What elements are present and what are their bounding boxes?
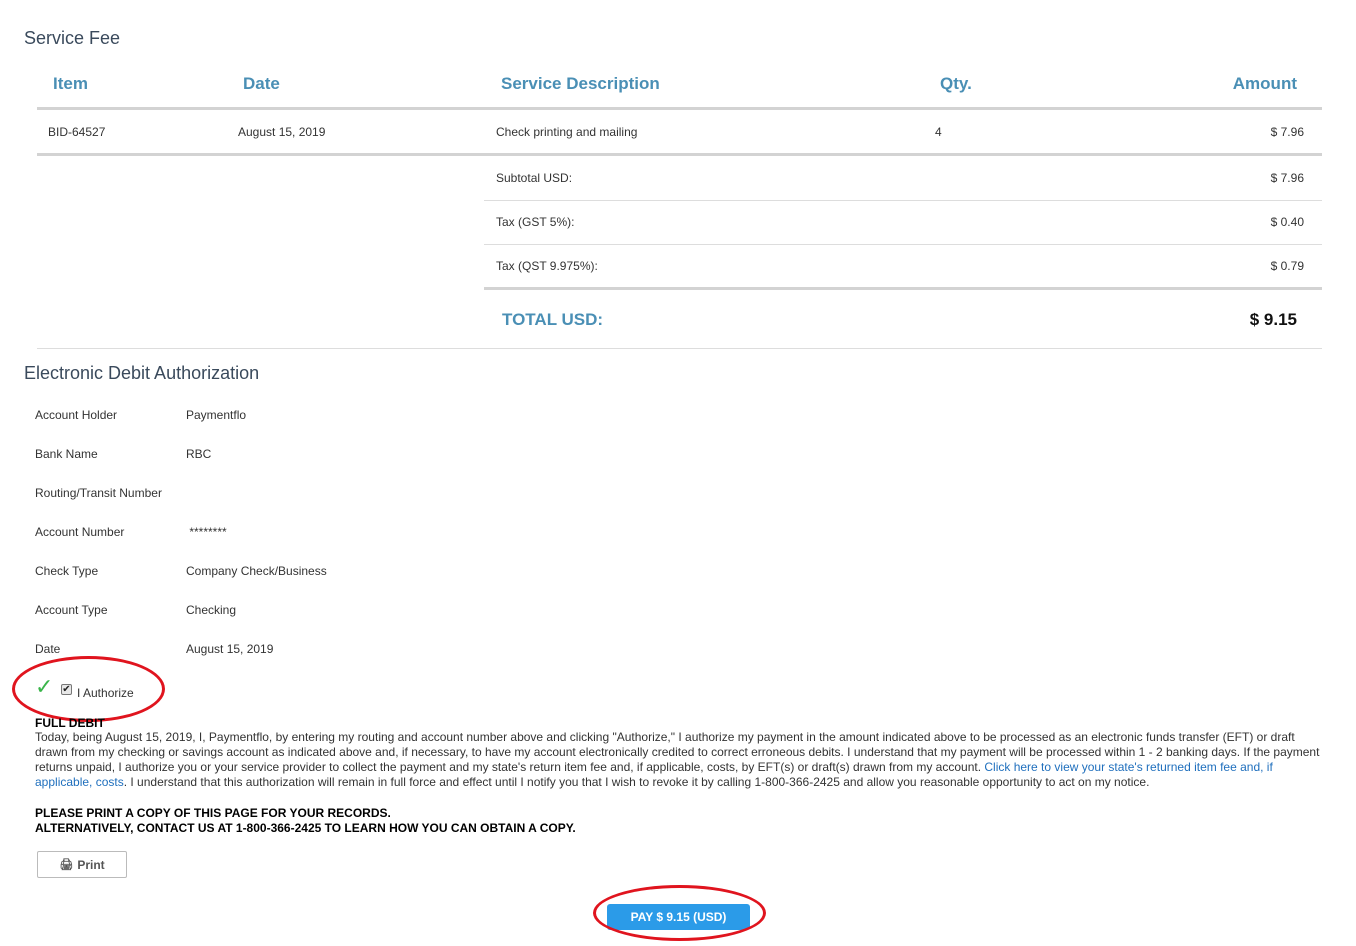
service-fee-title: Service Fee: [24, 28, 121, 48]
row-item: BID-64527: [48, 125, 106, 139]
legal-text-end: . I understand that this authorization w…: [123, 775, 1150, 789]
column-header-amount: Amount: [1232, 74, 1297, 93]
column-header-date: Date: [243, 74, 280, 93]
account-holder-label: Account Holder: [35, 408, 118, 422]
account-type-label: Account Type: [35, 603, 108, 617]
print-label: Print: [77, 857, 105, 872]
date-value: August 15, 2019: [186, 642, 274, 656]
account-number-value: ********: [186, 525, 227, 539]
column-header-description: Service Description: [501, 74, 660, 93]
row-amount: $ 7.96: [1270, 125, 1304, 139]
summary-divider: [484, 200, 1322, 201]
account-holder-value: Paymentflo: [186, 408, 247, 422]
subtotal-label: Subtotal USD:: [496, 171, 573, 185]
summary-divider: [484, 244, 1322, 245]
authorize-checkbox[interactable]: ✔: [61, 684, 72, 695]
tax-qst-label: Tax (QST 9.975%):: [496, 259, 598, 273]
authorization-title: Electronic Debit Authorization: [24, 363, 260, 383]
table-body-divider: [37, 153, 1322, 156]
check-type-label: Check Type: [35, 564, 99, 578]
authorization-legal-text: Today, being August 15, 2019, I, Payment…: [35, 730, 1325, 790]
printer-icon: 🖨: [59, 859, 74, 871]
row-date: August 15, 2019: [238, 125, 326, 139]
bank-name-value: RBC: [186, 447, 212, 461]
account-type-value: Checking: [186, 603, 237, 617]
account-number-label: Account Number: [35, 525, 125, 539]
table-header-divider: [37, 107, 1322, 110]
subtotal-value: $ 7.96: [1270, 171, 1304, 185]
tax-qst-value: $ 0.79: [1270, 259, 1304, 273]
column-header-item: Item: [53, 74, 88, 93]
bank-name-label: Bank Name: [35, 447, 98, 461]
print-button[interactable]: 🖨 Print: [37, 851, 127, 878]
total-label: TOTAL USD:: [502, 310, 604, 329]
tax-gst-label: Tax (GST 5%):: [496, 215, 575, 229]
summary-total-divider: [484, 287, 1322, 290]
authorize-label[interactable]: I Authorize: [77, 686, 134, 700]
row-description: Check printing and mailing: [496, 125, 638, 139]
check-type-value: Company Check/Business: [186, 564, 327, 578]
row-qty: 4: [935, 125, 942, 139]
date-label: Date: [35, 642, 61, 656]
routing-number-label: Routing/Transit Number: [35, 486, 162, 500]
tax-gst-value: $ 0.40: [1270, 215, 1304, 229]
total-value: $ 9.15: [1249, 310, 1297, 329]
print-notice: PLEASE PRINT A COPY OF THIS PAGE FOR YOU…: [35, 806, 391, 820]
pay-button[interactable]: PAY $ 9.15 (USD): [607, 904, 750, 930]
checkmark-icon: ✓: [35, 674, 54, 699]
contact-notice: ALTERNATIVELY, CONTACT US AT 1-800-366-2…: [35, 821, 576, 835]
column-header-qty: Qty.: [940, 74, 972, 93]
section-divider: [37, 348, 1322, 349]
full-debit-heading: FULL DEBIT: [35, 716, 105, 730]
